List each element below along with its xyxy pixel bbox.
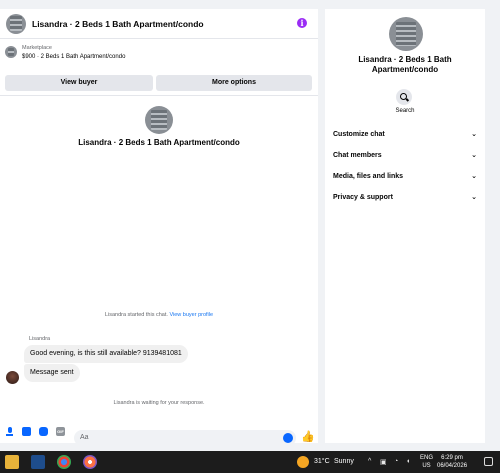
taskbar-app-icon[interactable]: [31, 455, 45, 469]
more-options-button[interactable]: More options: [156, 75, 312, 91]
chat-details-panel: Lisandra · 2 Beds 1 Bath Apartment/condo…: [325, 9, 485, 443]
profile-avatar[interactable]: [145, 106, 173, 134]
weather-condition[interactable]: Sunny: [334, 458, 354, 465]
language-code: ENG: [420, 455, 434, 461]
gif-icon[interactable]: GIF: [56, 427, 65, 436]
listing-thumbnail[interactable]: [5, 46, 17, 58]
emoji-icon[interactable]: [283, 433, 293, 443]
menu-privacy-support[interactable]: Privacy & support ⌄: [333, 191, 479, 205]
menu-label: Customize chat: [333, 131, 385, 138]
notification-icon[interactable]: [484, 457, 493, 466]
search-icon[interactable]: [396, 89, 412, 105]
region-code: US: [422, 463, 431, 469]
message-input[interactable]: Aa: [74, 430, 296, 446]
chevron-down-icon: ⌄: [471, 173, 477, 180]
chat-profile-header: Lisandra · 2 Beds 1 Bath Apartment/condo: [0, 106, 318, 147]
listing-card: Marketplace $900 · 2 Beds 1 Bath Apartme…: [0, 40, 318, 96]
details-name: Lisandra · 2 Beds 1 Bath Apartment/condo: [358, 55, 452, 74]
chrome-icon[interactable]: [57, 455, 71, 469]
menu-label: Chat members: [333, 152, 382, 159]
profile-name: Lisandra · 2 Beds 1 Bath Apartment/condo: [78, 138, 240, 147]
sticker-icon[interactable]: [39, 427, 48, 436]
photo-icon[interactable]: [22, 427, 31, 436]
clock-time: 6:29 pm: [441, 455, 463, 461]
chevron-down-icon: ⌄: [471, 152, 477, 159]
volume-icon[interactable]: ◖: [406, 458, 410, 465]
chevron-down-icon: ⌄: [471, 131, 477, 138]
chat-started-notice: Lisandra started this chat. View buyer p…: [0, 312, 318, 318]
chat-panel: Lisandra · 2 Beds 1 Bath Apartment/condo…: [0, 9, 318, 446]
menu-label: Privacy & support: [333, 194, 393, 201]
chat-avatar[interactable]: [6, 13, 26, 34]
message-bubble[interactable]: Message sent: [24, 364, 80, 382]
details-avatar[interactable]: [389, 17, 423, 51]
windows-taskbar: 31°C Sunny ^ ▣ ◔ ◖ ENG US 6:29 pm 06/04/…: [0, 451, 500, 473]
waiting-notice: Lisandra is waiting for your response.: [113, 400, 205, 406]
file-explorer-icon[interactable]: [5, 455, 19, 469]
weather-temperature[interactable]: 31°C: [314, 458, 330, 465]
thumbs-up-icon[interactable]: 👍: [301, 432, 315, 443]
chat-header: Lisandra · 2 Beds 1 Bath Apartment/condo…: [0, 9, 318, 39]
search-label: Search: [395, 108, 415, 114]
info-icon[interactable]: i: [297, 18, 307, 28]
chat-title[interactable]: Lisandra · 2 Beds 1 Bath Apartment/condo: [32, 19, 204, 29]
listing-price-title[interactable]: $900 · 2 Beds 1 Bath Apartment/condo: [22, 54, 125, 60]
browser-icon[interactable]: [83, 455, 97, 469]
composer-bar: GIF Aa 👍: [0, 419, 318, 446]
view-buyer-profile-link[interactable]: View buyer profile: [169, 312, 213, 318]
chevron-down-icon: ⌄: [471, 194, 477, 201]
menu-chat-members[interactable]: Chat members ⌄: [333, 149, 479, 163]
sender-name: Lisandra: [29, 336, 51, 342]
microphone-icon[interactable]: [5, 427, 14, 436]
sender-avatar[interactable]: [6, 371, 19, 384]
started-text: Lisandra started this chat.: [104, 312, 168, 318]
menu-customize-chat[interactable]: Customize chat ⌄: [333, 128, 479, 142]
language-indicator[interactable]: ENG US: [420, 454, 433, 470]
weather-sun-icon[interactable]: [297, 456, 309, 468]
clock-date: 06/04/2026: [437, 463, 468, 469]
chevron-up-icon[interactable]: ^: [368, 458, 371, 465]
network-icon[interactable]: ▣: [380, 458, 387, 466]
system-clock[interactable]: 6:29 pm 06/04/2026: [437, 454, 467, 470]
menu-label: Media, files and links: [333, 173, 404, 180]
menu-media-files-links[interactable]: Media, files and links ⌄: [333, 170, 479, 184]
wifi-icon[interactable]: ◔: [394, 458, 398, 465]
view-buyer-button[interactable]: View buyer: [5, 75, 153, 91]
listing-category: Marketplace: [22, 45, 52, 51]
message-bubble[interactable]: Good evening, is this still available? 9…: [24, 345, 188, 363]
